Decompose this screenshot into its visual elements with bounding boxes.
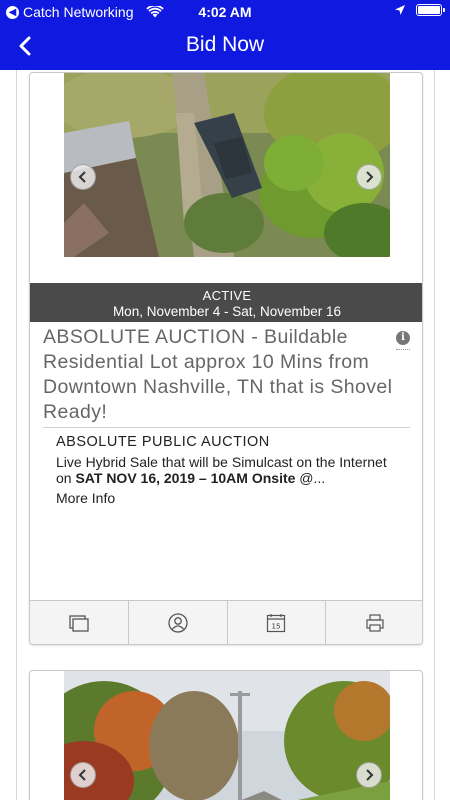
chevron-right-icon — [366, 769, 374, 781]
aerial-lot-image — [64, 73, 390, 257]
auction-card[interactable] — [29, 670, 423, 800]
auction-status-strip: ACTIVE Mon, November 4 - Sat, November 1… — [30, 283, 422, 322]
listing-summary: ABSOLUTE PUBLIC AUCTION Live Hybrid Sale… — [56, 434, 406, 506]
info-icon[interactable]: i — [396, 331, 410, 345]
location-arrow-icon — [395, 5, 405, 15]
auction-date-range: Mon, November 4 - Sat, November 16 — [112, 304, 342, 319]
listing-description: Live Hybrid Sale that will be Simulcast … — [56, 454, 387, 486]
info-underline — [396, 349, 410, 350]
system-status-bar: ◀ Catch Networking 4:02 AM — [0, 0, 450, 24]
carousel-next-button[interactable] — [356, 762, 382, 788]
calendar-day: 15 — [272, 622, 281, 630]
gallery-button[interactable] — [30, 601, 129, 644]
more-info-link[interactable]: More Info — [56, 490, 406, 506]
carousel-prev-button[interactable] — [70, 164, 96, 190]
sale-datetime: SAT NOV 16, 2019 – 10AM Onsite — [75, 470, 296, 486]
add-to-calendar-button[interactable]: 15 — [228, 601, 327, 644]
chevron-left-icon — [78, 769, 86, 781]
nav-bar: Bid Now — [0, 28, 450, 66]
print-icon — [366, 613, 384, 632]
carousel-next-button[interactable] — [356, 164, 382, 190]
status-label: ACTIVE — [202, 288, 252, 303]
clock: 4:02 AM — [198, 4, 252, 20]
calendar-icon: 15 — [267, 613, 286, 632]
battery-icon — [416, 4, 445, 16]
listing-photo-street[interactable] — [64, 671, 390, 800]
chevron-right-icon — [366, 171, 374, 183]
user-icon — [167, 612, 188, 633]
listing-photo-aerial[interactable] — [64, 73, 390, 257]
page-title: Bid Now — [185, 33, 265, 56]
auction-card[interactable]: ACTIVE Mon, November 4 - Sat, November 1… — [29, 72, 423, 645]
carousel-prev-button[interactable] — [70, 762, 96, 788]
listing-subtitle: ABSOLUTE PUBLIC AUCTION — [56, 434, 270, 450]
street-lot-image — [64, 671, 390, 800]
print-button[interactable] — [326, 601, 422, 644]
chevron-left-icon — [78, 171, 86, 183]
divider — [43, 427, 410, 428]
auction-feed[interactable]: ACTIVE Mon, November 4 - Sat, November 1… — [16, 70, 435, 800]
gallery-icon — [69, 614, 89, 632]
listing-headline[interactable]: ABSOLUTE AUCTION - Buildable Residential… — [43, 325, 395, 425]
top-bar: ◀ Catch Networking 4:02 AM Bid Now — [0, 0, 450, 70]
card-action-bar: 15 — [30, 600, 422, 644]
register-button[interactable] — [129, 601, 228, 644]
